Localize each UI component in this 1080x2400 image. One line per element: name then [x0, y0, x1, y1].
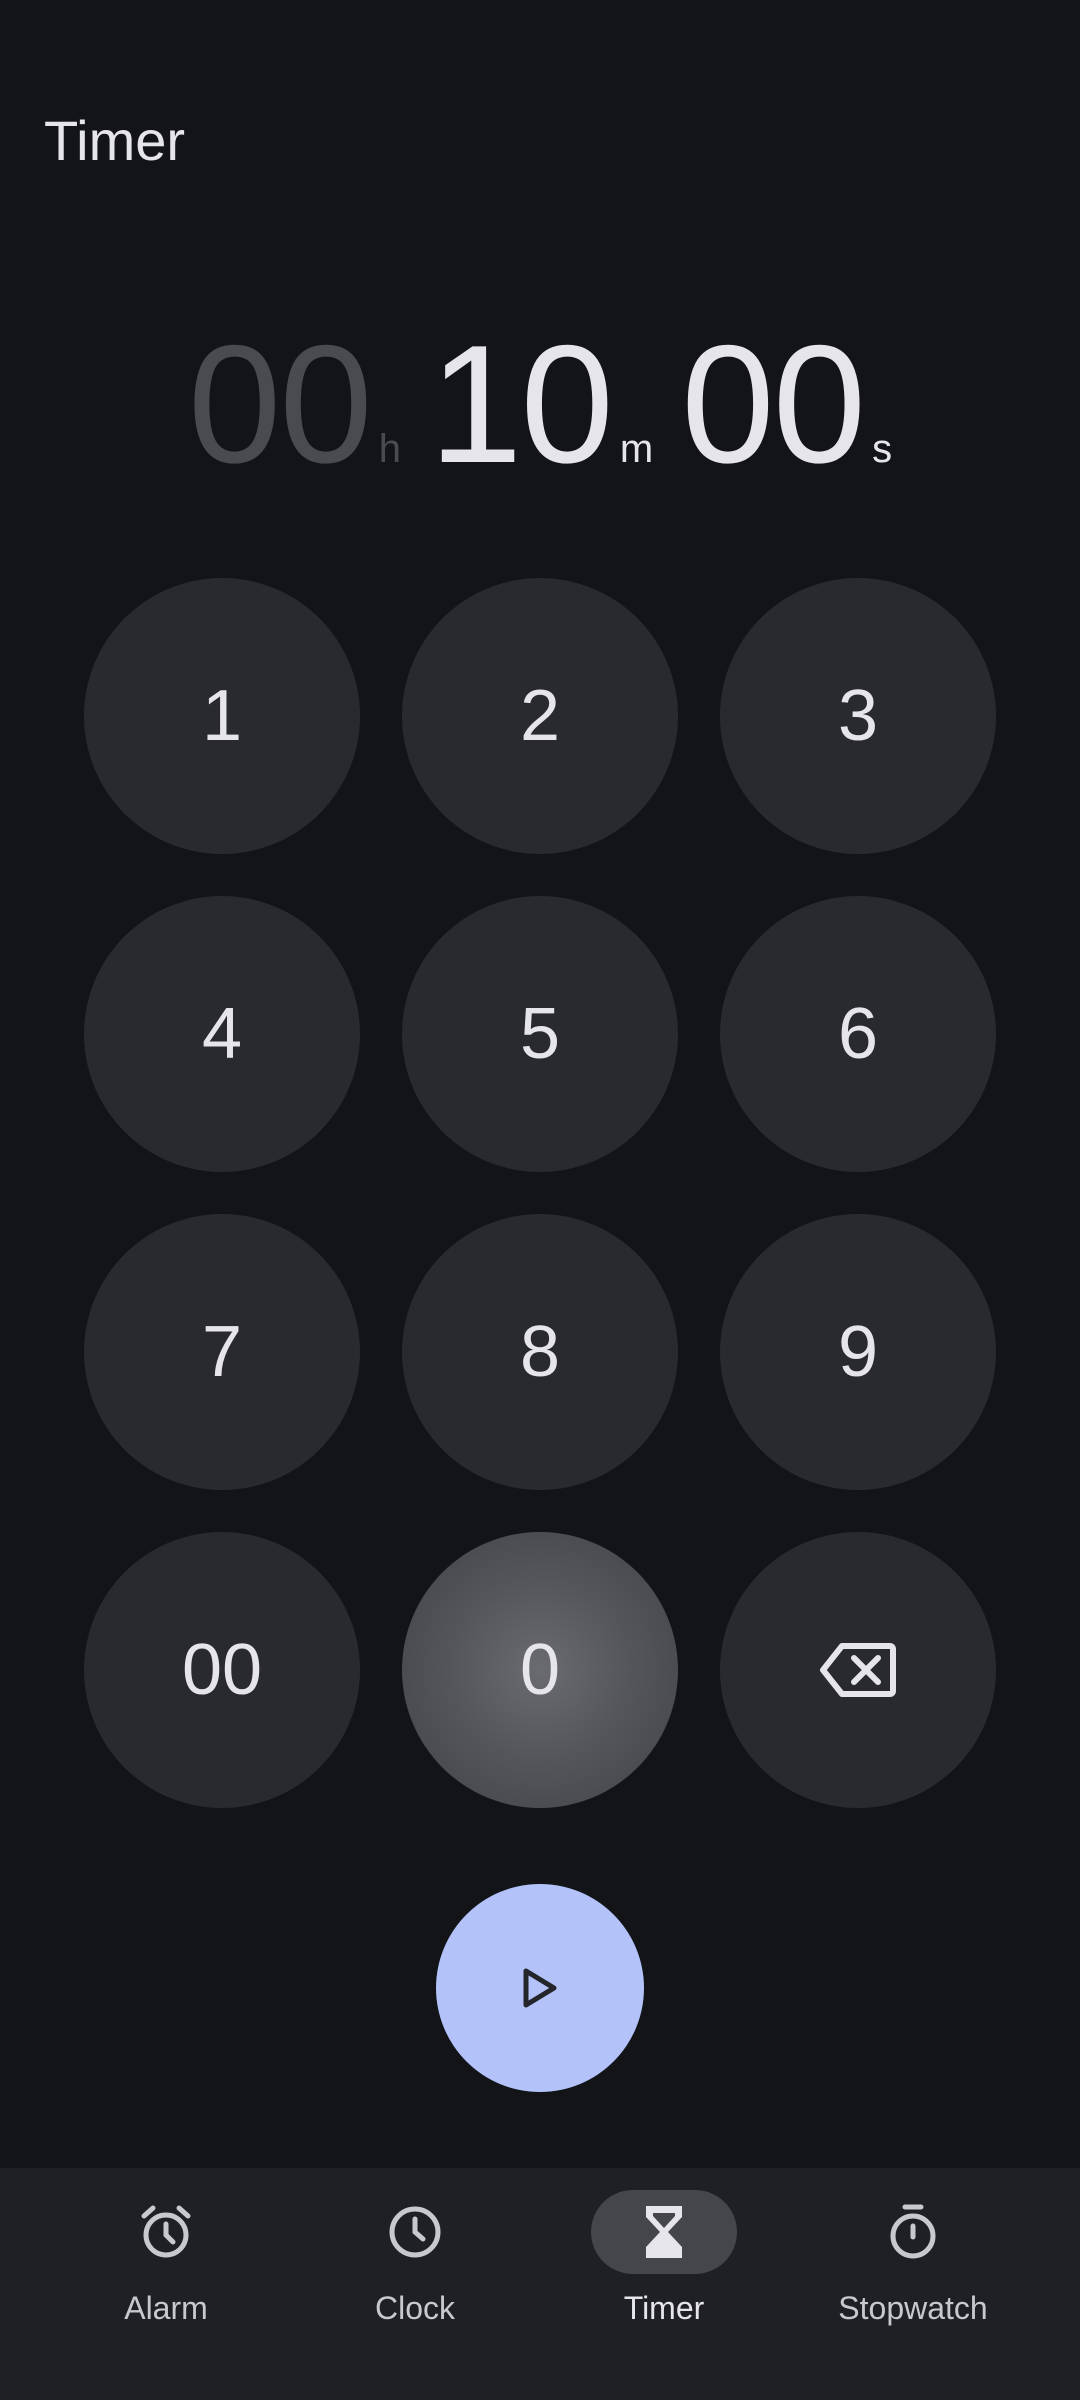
nav-icon-container	[591, 2190, 737, 2274]
key-4[interactable]: 4	[84, 896, 360, 1172]
key-7[interactable]: 7	[84, 1214, 360, 1490]
stopwatch-icon	[890, 2204, 936, 2259]
play-icon	[523, 1968, 557, 2008]
backspace-icon	[820, 1643, 896, 1697]
key-0[interactable]: 0	[402, 1532, 678, 1808]
time-display: 00 h 10 m 00 s	[0, 320, 1080, 488]
seconds-unit: s	[872, 427, 893, 471]
key-9[interactable]: 9	[720, 1214, 996, 1490]
minutes-unit: m	[619, 427, 654, 471]
clock-icon	[389, 2206, 441, 2258]
key-8[interactable]: 8	[402, 1214, 678, 1490]
key-00[interactable]: 00	[84, 1532, 360, 1808]
hours-segment: 00 h	[188, 320, 429, 488]
minutes-segment: 10 m	[429, 320, 681, 488]
key-3[interactable]: 3	[720, 578, 996, 854]
hours-value: 00	[187, 310, 373, 498]
nav-item-timer[interactable]: Timer	[529, 2180, 799, 2350]
minutes-value: 10	[429, 310, 614, 498]
alarm-icon	[141, 2205, 191, 2258]
nav-label-timer: Timer	[623, 2290, 705, 2326]
bottom-navigation: Alarm Clock Timer Stopwatch	[0, 2168, 1080, 2400]
nav-icon-container	[342, 2190, 488, 2274]
key-1[interactable]: 1	[84, 578, 360, 854]
nav-item-stopwatch[interactable]: Stopwatch	[778, 2180, 1048, 2350]
seconds-value: 00	[681, 310, 866, 498]
nav-label-stopwatch: Stopwatch	[838, 2290, 988, 2326]
hours-unit: h	[378, 427, 402, 471]
nav-icon-container	[840, 2190, 986, 2274]
page-title: Timer	[44, 109, 186, 172]
key-2[interactable]: 2	[402, 578, 678, 854]
key-5[interactable]: 5	[402, 896, 678, 1172]
hourglass-icon	[646, 2206, 682, 2258]
nav-item-alarm[interactable]: Alarm	[31, 2180, 301, 2350]
nav-label-clock: Clock	[374, 2290, 455, 2326]
timer-screen: Timer 00 h 10 m 00 s 1 2 3 4 5 6 7 8 9 0…	[0, 0, 1080, 2400]
nav-icon-container	[93, 2190, 239, 2274]
seconds-segment: 00 s	[681, 320, 892, 488]
nav-item-clock[interactable]: Clock	[280, 2180, 550, 2350]
backspace-button[interactable]	[720, 1532, 996, 1808]
nav-label-alarm: Alarm	[124, 2290, 208, 2326]
start-button[interactable]	[436, 1884, 644, 2092]
key-6[interactable]: 6	[720, 896, 996, 1172]
